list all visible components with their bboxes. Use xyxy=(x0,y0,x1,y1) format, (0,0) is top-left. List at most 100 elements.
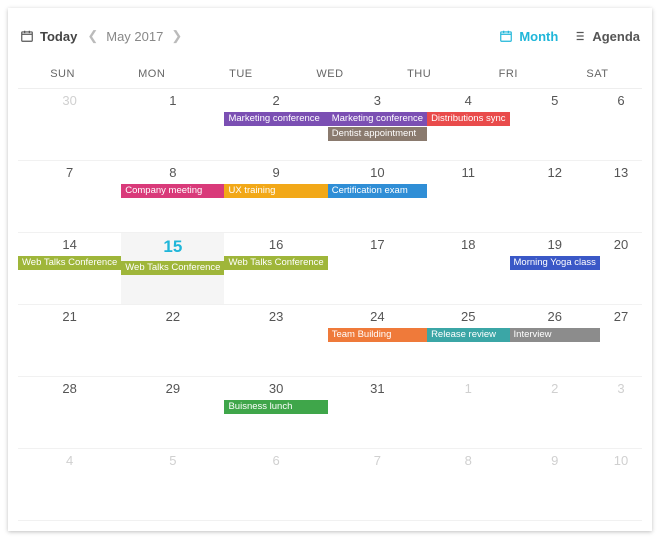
calendar-event[interactable]: Buisness lunch xyxy=(224,400,327,414)
events-container: Buisness lunch xyxy=(224,400,327,414)
calendar-event[interactable]: Web Talks Conference xyxy=(121,261,224,275)
today-button[interactable]: Today xyxy=(20,29,77,44)
day-cell[interactable]: 26Interview xyxy=(510,305,600,377)
day-header: MON xyxy=(107,58,196,88)
day-cell[interactable]: 31 xyxy=(328,377,427,449)
events-container: Company meeting xyxy=(121,184,224,198)
day-number: 10 xyxy=(328,165,427,184)
day-cell[interactable]: 1 xyxy=(427,377,509,449)
day-number: 6 xyxy=(600,93,642,112)
day-number: 5 xyxy=(510,93,600,112)
day-cell[interactable]: 10Certification exam xyxy=(328,161,427,233)
calendar-event[interactable]: Interview xyxy=(510,328,600,342)
calendar-event[interactable]: Marketing conference xyxy=(224,112,327,126)
day-cell[interactable]: 13 xyxy=(600,161,642,233)
day-cell[interactable]: 22 xyxy=(121,305,224,377)
day-number: 11 xyxy=(427,165,509,184)
prev-month-button[interactable]: ❮ xyxy=(87,28,98,44)
day-cell[interactable]: 27 xyxy=(600,305,642,377)
next-month-button[interactable]: ❯ xyxy=(171,28,182,44)
calendar-event[interactable]: UX training xyxy=(224,184,327,198)
day-cell[interactable]: 23 xyxy=(224,305,327,377)
day-cell[interactable]: 10 xyxy=(600,449,642,521)
day-cell[interactable]: 17 xyxy=(328,233,427,305)
calendar-event[interactable]: Dentist appointment xyxy=(328,127,427,141)
day-number: 16 xyxy=(224,237,327,256)
day-number: 8 xyxy=(121,165,224,184)
calendar-event[interactable]: Marketing conference xyxy=(328,112,427,126)
day-number: 3 xyxy=(600,381,642,400)
events-container: Web Talks Conference xyxy=(224,256,327,270)
day-cell[interactable]: 29 xyxy=(121,377,224,449)
period-label[interactable]: May 2017 xyxy=(106,29,163,44)
day-cell[interactable]: 5 xyxy=(510,89,600,161)
day-cell[interactable]: 11 xyxy=(427,161,509,233)
day-cell[interactable]: 30Buisness lunch xyxy=(224,377,327,449)
day-cell[interactable]: 7 xyxy=(328,449,427,521)
day-cell[interactable]: 16Web Talks Conference xyxy=(224,233,327,305)
day-cell[interactable]: 5 xyxy=(121,449,224,521)
day-number: 4 xyxy=(18,453,121,472)
day-number: 19 xyxy=(510,237,600,256)
day-number: 30 xyxy=(224,381,327,400)
day-cell[interactable]: 6 xyxy=(600,89,642,161)
day-cell[interactable]: 20 xyxy=(600,233,642,305)
day-number: 20 xyxy=(600,237,642,256)
day-cell[interactable]: 12 xyxy=(510,161,600,233)
events-container: Team Building xyxy=(328,328,427,342)
day-cell[interactable]: 15Web Talks Conference xyxy=(121,233,224,305)
view-month-button[interactable]: Month xyxy=(499,29,558,44)
day-number: 15 xyxy=(121,237,224,261)
day-cell[interactable]: 8 xyxy=(427,449,509,521)
calendar-event[interactable]: Web Talks Conference xyxy=(224,256,327,270)
calendar-event[interactable]: Company meeting xyxy=(121,184,224,198)
events-container: UX training xyxy=(224,184,327,198)
day-number: 30 xyxy=(18,93,121,112)
day-number: 12 xyxy=(510,165,600,184)
day-header: SAT xyxy=(553,58,642,88)
day-number: 1 xyxy=(121,93,224,112)
day-cell[interactable]: 6 xyxy=(224,449,327,521)
day-cell[interactable]: 3Marketing conferenceDentist appointment xyxy=(328,89,427,161)
day-number: 21 xyxy=(18,309,121,328)
day-cell[interactable]: 25Release review xyxy=(427,305,509,377)
day-cell[interactable]: 9 xyxy=(510,449,600,521)
day-header: SUN xyxy=(18,58,107,88)
day-cell[interactable]: 4Distributions sync xyxy=(427,89,509,161)
day-number: 22 xyxy=(121,309,224,328)
day-number: 7 xyxy=(328,453,427,472)
calendar-event[interactable]: Web Talks Conference xyxy=(18,256,121,270)
view-agenda-button[interactable]: Agenda xyxy=(572,29,640,44)
day-cell[interactable]: 4 xyxy=(18,449,121,521)
day-cell[interactable]: 2Marketing conference xyxy=(224,89,327,161)
calendar-event[interactable]: Release review xyxy=(427,328,509,342)
day-number: 4 xyxy=(427,93,509,112)
day-cell[interactable]: 7 xyxy=(18,161,121,233)
calendar: Today ❮ May 2017 ❯ Month xyxy=(8,8,652,531)
day-cell[interactable]: 9UX training xyxy=(224,161,327,233)
calendar-event[interactable]: Morning Yoga class xyxy=(510,256,600,270)
day-cell[interactable]: 1 xyxy=(121,89,224,161)
day-cell[interactable]: 24Team Building xyxy=(328,305,427,377)
day-number: 8 xyxy=(427,453,509,472)
events-container: Marketing conferenceDentist appointment xyxy=(328,112,427,141)
day-cell[interactable]: 30 xyxy=(18,89,121,161)
day-cell[interactable]: 2 xyxy=(510,377,600,449)
agenda-list-icon xyxy=(572,29,586,43)
calendar-event[interactable]: Distributions sync xyxy=(427,112,509,126)
day-cell[interactable]: 21 xyxy=(18,305,121,377)
day-cell[interactable]: 19Morning Yoga class xyxy=(510,233,600,305)
calendar-event[interactable]: Team Building xyxy=(328,328,427,342)
period-nav: ❮ May 2017 ❯ xyxy=(87,28,182,44)
day-cell[interactable]: 8Company meeting xyxy=(121,161,224,233)
day-header: TUE xyxy=(196,58,285,88)
day-cell[interactable]: 14Web Talks Conference xyxy=(18,233,121,305)
day-number: 31 xyxy=(328,381,427,400)
day-cell[interactable]: 18 xyxy=(427,233,509,305)
day-cell[interactable]: 28 xyxy=(18,377,121,449)
day-number: 14 xyxy=(18,237,121,256)
day-cell[interactable]: 3 xyxy=(600,377,642,449)
day-number: 3 xyxy=(328,93,427,112)
calendar-event[interactable]: Certification exam xyxy=(328,184,427,198)
view-month-label: Month xyxy=(519,29,558,44)
